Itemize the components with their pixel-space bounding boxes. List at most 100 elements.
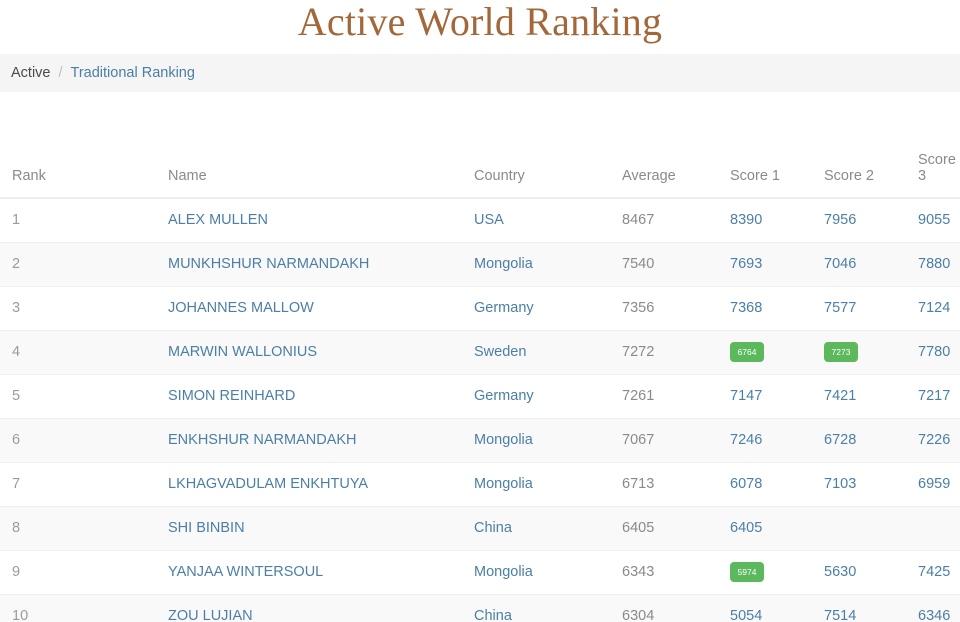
cell-score-2: 7577 [796,286,893,331]
cell-score-1: 5054 [699,594,796,622]
score-3-link[interactable]: 6346 [918,608,950,622]
score-3-link[interactable]: 7780 [918,344,950,360]
score-3-link[interactable]: 7124 [918,300,950,316]
competitor-name-link[interactable]: YANJAA WINTERSOUL [168,564,323,580]
cell-score-1: 7368 [699,286,796,331]
score-1-badge[interactable]: 6764 [730,341,764,363]
score-1-link[interactable]: 7246 [730,432,762,448]
country-link[interactable]: Mongolia [474,564,533,580]
table-row: 2 MUNKHSHUR NARMANDAKH Mongolia 7540 7693 704… [0,242,960,287]
cell-average: 7540 [595,242,699,287]
score-1-badge[interactable]: 5974 [730,561,764,583]
competitor-name-link[interactable]: ENKHSHUR NARMANDAKH [168,432,357,448]
score-3-link[interactable]: 7425 [918,564,950,580]
competitor-name-link[interactable]: SIMON REINHARD [168,388,295,404]
column-header-score-2[interactable]: Score 2 [796,152,893,199]
cell-score-2: 7273 [796,330,893,375]
score-2-link[interactable]: 7103 [824,476,856,492]
cell-name: SIMON REINHARD [78,374,451,419]
country-link[interactable]: Mongolia [474,432,533,448]
cell-country: Germany [451,286,595,331]
column-header-rank[interactable]: Rank [0,152,78,199]
score-1-link[interactable]: 7693 [730,256,762,272]
score-1-link[interactable]: 7147 [730,388,762,404]
cell-score-3: 6346 [893,594,960,622]
country-link[interactable]: Germany [474,388,534,404]
cell-score-1: 5974 [699,550,796,595]
breadcrumb-item-traditional-ranking[interactable]: Traditional Ranking [71,65,195,81]
breadcrumb-root: Active [11,65,51,81]
average-value: 8467 [622,212,655,229]
competitor-name-link[interactable]: LKHAGVADULAM ENKHTUYA [168,476,368,492]
cell-rank: 4 [0,330,78,375]
score-3-link[interactable]: 9055 [918,212,950,228]
table-row: 9 YANJAA WINTERSOUL Mongolia 6343 5974 5630 74… [0,550,960,595]
country-link[interactable]: USA [474,212,504,228]
cell-rank: 5 [0,374,78,419]
score-2-badge[interactable]: 7273 [824,341,858,363]
country-link[interactable]: China [474,608,512,622]
competitor-name-link[interactable]: JOHANNES MALLOW [168,300,314,316]
cell-name: MARWIN WALLONIUS [78,330,451,375]
cell-score-3: 7780 [893,330,960,375]
cell-score-2: 5630 [796,550,893,595]
score-3-link[interactable]: 7217 [918,388,950,404]
cell-score-3-empty [893,506,960,551]
rank-value: 3 [12,300,21,316]
column-header-country[interactable]: Country [451,152,595,199]
score-1-link[interactable]: 6405 [730,520,762,536]
score-1-link[interactable]: 5054 [730,608,762,622]
breadcrumb-separator: / [58,65,63,81]
cell-score-2: 7103 [796,462,893,507]
cell-rank: 6 [0,418,78,463]
score-3-link[interactable]: 7226 [918,432,950,448]
cell-score-3: 6959 [893,462,960,507]
competitor-name-link[interactable]: ZOU LUJIAN [168,608,253,622]
breadcrumb: Active / Traditional Ranking [0,54,960,92]
cell-score-3: 7226 [893,418,960,463]
score-2-link[interactable]: 7577 [824,300,856,316]
country-link[interactable]: Mongolia [474,256,533,272]
table-row: 6 ENKHSHUR NARMANDAKH Mongolia 7067 7246 6728… [0,418,960,463]
table-row: 5 SIMON REINHARD Germany 7261 7147 7421 7217 [0,374,960,419]
cell-score-1: 6078 [699,462,796,507]
score-2-link[interactable]: 6728 [824,432,856,448]
score-3-link[interactable]: 7880 [918,256,950,272]
cell-rank: 10 [0,594,78,622]
score-2-link[interactable]: 7046 [824,256,856,272]
score-2-link[interactable]: 7956 [824,212,856,228]
score-1-link[interactable]: 6078 [730,476,762,492]
score-2-link[interactable]: 5630 [824,564,856,580]
country-link[interactable]: Mongolia [474,476,533,492]
competitor-name-link[interactable]: SHI BINBIN [168,520,245,536]
score-2-link[interactable]: 7514 [824,608,856,622]
cell-name: LKHAGVADULAM ENKHTUYA [78,462,451,507]
country-link[interactable]: Germany [474,300,534,316]
cell-name: YANJAA WINTERSOUL [78,550,451,595]
competitor-name-link[interactable]: MUNKHSHUR NARMANDAKH [168,256,369,272]
score-2-link[interactable]: 7421 [824,388,856,404]
competitor-name-link[interactable]: MARWIN WALLONIUS [168,344,317,360]
column-header-score-3[interactable]: Score 3 [893,152,960,199]
cell-score-2: 7421 [796,374,893,419]
country-link[interactable]: Sweden [474,344,526,360]
column-header-name[interactable]: Name [78,152,451,199]
cell-score-3: 9055 [893,198,960,243]
cell-score-1: 7147 [699,374,796,419]
cell-country: Mongolia [451,418,595,463]
cell-rank: 9 [0,550,78,595]
score-1-link[interactable]: 7368 [730,300,762,316]
score-3-link[interactable]: 6959 [918,476,950,492]
cell-score-3: 7124 [893,286,960,331]
column-header-average[interactable]: Average [595,152,699,199]
country-link[interactable]: China [474,520,512,536]
cell-country: Germany [451,374,595,419]
cell-average: 7261 [595,374,699,419]
cell-name: ZOU LUJIAN [78,594,451,622]
table-row: 8 SHI BINBIN China 6405 6405 [0,506,960,551]
score-1-link[interactable]: 8390 [730,212,762,228]
competitor-name-link[interactable]: ALEX MULLEN [168,212,268,228]
column-header-score-1[interactable]: Score 1 [699,152,796,199]
average-value: 6713 [622,476,655,492]
cell-score-1: 8390 [699,198,796,243]
